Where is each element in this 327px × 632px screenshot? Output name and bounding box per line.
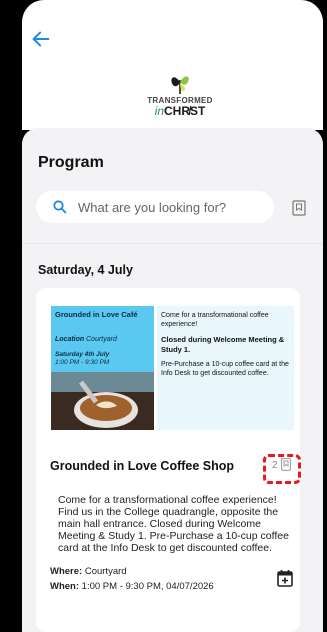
butterfly-icon — [171, 76, 189, 94]
search-placeholder: What are you looking for? — [78, 199, 227, 215]
event-description: Come for a transformational coffee exper… — [58, 494, 289, 554]
promo-left-panel: Grounded in Love Café Location Courtyard… — [51, 306, 154, 430]
logo-in: in — [154, 104, 164, 118]
bookmark-filter-icon[interactable] — [292, 200, 306, 216]
app-logo: TRANSFORMED inCHR̸ST — [135, 70, 225, 126]
divider — [22, 243, 323, 244]
bookmark-highlight — [263, 454, 301, 484]
promo-location-label: Location — [55, 336, 85, 343]
logo-christ: CHR̸ST — [164, 104, 206, 118]
search-icon — [53, 200, 67, 214]
promo-location: Location Courtyard — [55, 336, 117, 343]
program-sheet: Program What are you looking for? Saturd… — [22, 128, 323, 632]
promo-date: Saturday 4th July 1:00 PM - 9:30 PM — [55, 351, 109, 367]
top-bar: TRANSFORMED inCHR̸ST — [22, 0, 323, 130]
back-button[interactable] — [30, 28, 54, 52]
add-to-calendar-icon[interactable] — [277, 569, 293, 587]
where-label: Where: — [50, 566, 83, 577]
when-value: 1:00 PM - 9:30 PM, 04/07/2026 — [81, 581, 214, 592]
promo-right-panel: Come for a transformational coffee exper… — [157, 306, 294, 430]
page-title: Program — [38, 154, 104, 171]
event-card[interactable]: Grounded in Love Café Location Courtyard… — [36, 288, 301, 632]
app-screen: TRANSFORMED inCHR̸ST Program What are yo… — [0, 0, 327, 632]
event-title: Grounded in Love Coffee Shop — [50, 459, 235, 473]
promo-location-value: Courtyard — [86, 336, 117, 343]
event-promo-image: Grounded in Love Café Location Courtyard… — [51, 306, 294, 430]
event-when: When: 1:00 PM - 9:30 PM, 04/07/2026 — [50, 581, 214, 592]
promo-date-label: Saturday 4th July — [55, 351, 110, 358]
logo-text-bottom: inCHR̸ST — [135, 104, 225, 118]
promo-title: Grounded in Love Café — [55, 310, 138, 319]
where-value: Courtyard — [84, 566, 127, 577]
promo-text-1: Come for a transformational coffee exper… — [161, 312, 269, 328]
promo-text-3: Pre-Purchase a 10-cup coffee card at the… — [161, 361, 289, 377]
promo-time: 1:00 PM - 9:30 PM — [55, 359, 110, 366]
search-input[interactable]: What are you looking for? — [36, 191, 274, 223]
event-where: Where: Courtyard — [50, 566, 127, 577]
when-label: When: — [50, 581, 80, 592]
coffee-cup-image — [51, 372, 154, 430]
arrow-left-icon — [32, 31, 50, 47]
promo-text-2: Closed during Welcome Meeting & Study 1. — [161, 335, 285, 354]
date-heading: Saturday, 4 July — [38, 263, 133, 277]
